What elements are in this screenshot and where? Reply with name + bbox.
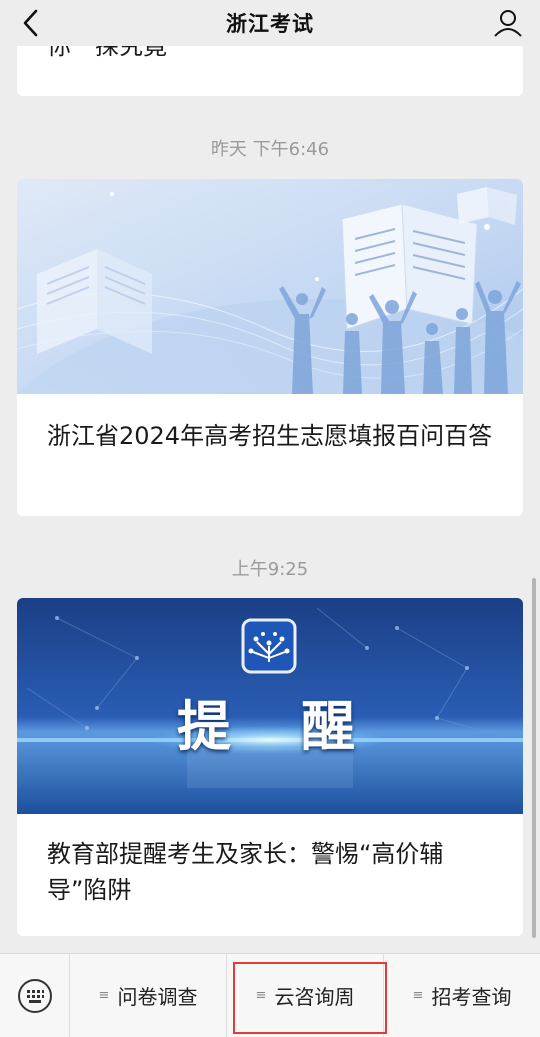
menu-item-exam-query[interactable]: ≡ 招考查询 xyxy=(383,953,540,1037)
article-title: 浙江省2024年高考招生志愿填报百问百答 xyxy=(47,422,493,450)
chevron-left-icon xyxy=(23,9,38,37)
banner-text: 提 醒 xyxy=(177,695,363,758)
profile-button[interactable] xyxy=(490,5,526,41)
bottom-menu-bar: ≡ 问卷调查 ≡ 云咨询周 ≡ 招考查询 xyxy=(0,953,540,1037)
menu-item-survey[interactable]: ≡ 问卷调查 xyxy=(70,954,226,1037)
scrollbar[interactable] xyxy=(532,578,536,938)
timestamp: 上午9:25 xyxy=(231,559,309,580)
menu-item-label: 招考查询 xyxy=(431,985,512,1009)
article-card[interactable]: 浙江省2024年高考招生志愿填报百问百答 xyxy=(17,179,523,516)
menu-item-cloud-consult[interactable]: ≡ 云咨询周 xyxy=(226,953,383,1037)
page-title: 浙江考试 xyxy=(226,12,314,36)
article-card[interactable]: 提 醒 教育部提醒考生及家长：警惕“高价辅导”陷阱 xyxy=(17,598,523,936)
article-cover-image xyxy=(17,179,523,394)
message-feed[interactable]: 你一探究竟 昨天 下午6:46 浙江省2024年高考招生志愿填报百问百答 上午9… xyxy=(0,0,540,953)
top-navigation-bar: 浙江考试 xyxy=(0,0,540,46)
article-cover-image: 提 醒 xyxy=(17,598,523,814)
submenu-lines-icon: ≡ xyxy=(412,988,424,1003)
keyboard-toggle-button[interactable] xyxy=(0,953,70,1037)
submenu-lines-icon: ≡ xyxy=(98,988,110,1003)
user-icon xyxy=(494,10,522,37)
article-title: 教育部提醒考生及家长：警惕“高价辅导”陷阱 xyxy=(47,840,444,904)
submenu-lines-icon: ≡ xyxy=(255,988,267,1003)
menu-item-label: 云咨询周 xyxy=(274,985,355,1009)
keyboard-icon xyxy=(17,978,52,1013)
timestamp: 昨天 下午6:46 xyxy=(210,139,330,160)
back-button[interactable] xyxy=(14,6,48,40)
menu-item-label: 问卷调查 xyxy=(117,985,198,1009)
